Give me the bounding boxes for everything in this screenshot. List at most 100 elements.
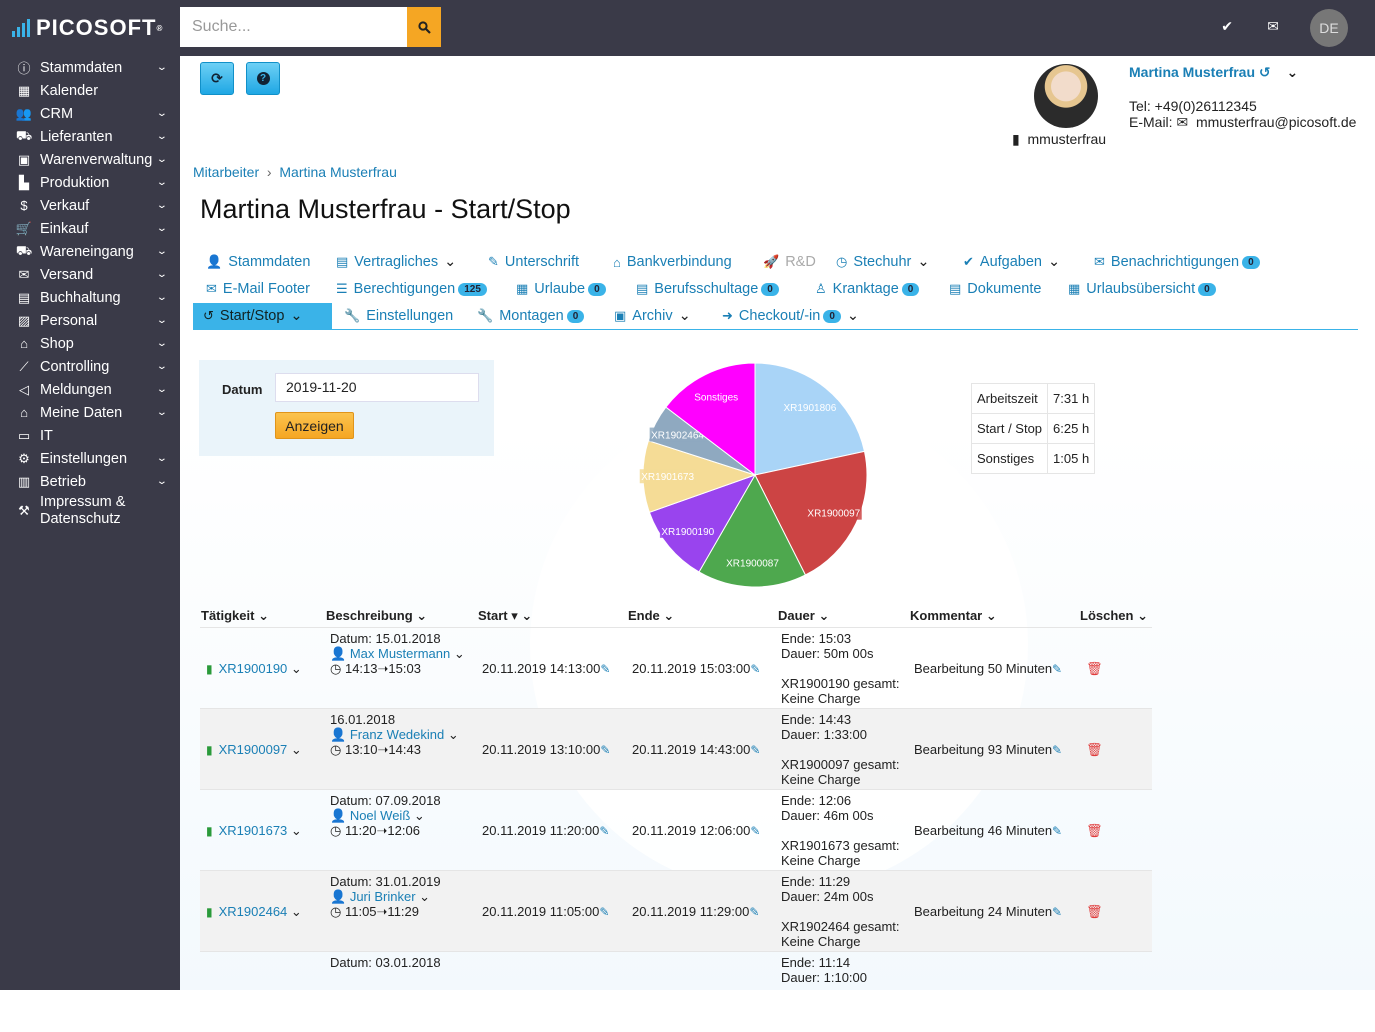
chevron-down-icon[interactable]: ⌄ bbox=[1048, 254, 1060, 270]
chevron-down-icon[interactable]: ⌄ bbox=[287, 661, 302, 676]
language-button[interactable]: DE bbox=[1310, 9, 1348, 47]
sidebar-item-betrieb[interactable]: ▥Betrieb⌄ bbox=[0, 470, 180, 493]
tab-aufgaben[interactable]: ✔Aufgaben ⌄ bbox=[963, 249, 1060, 275]
column-header-3[interactable]: Ende ⌄ bbox=[628, 608, 674, 624]
sidebar-item-buchhaltung[interactable]: ▤Buchhaltung⌄ bbox=[0, 286, 180, 309]
logo[interactable]: PICOSOFT® bbox=[0, 0, 180, 56]
pencil-icon[interactable]: ✎ bbox=[750, 824, 760, 838]
chevron-down-icon[interactable]: ⌄ bbox=[660, 608, 675, 623]
tab-stechuhr[interactable]: ◷Stechuhr ⌄ bbox=[836, 249, 930, 275]
column-header-4[interactable]: Dauer ⌄ bbox=[778, 608, 829, 624]
sidebar-item-personal[interactable]: ▨Personal⌄ bbox=[0, 309, 180, 332]
pencil-icon[interactable]: ✎ bbox=[1052, 905, 1062, 919]
trash-icon[interactable]: 🗑 bbox=[1086, 661, 1103, 676]
sidebar-item-wareneingang[interactable]: ⛟Wareneingang⌄ bbox=[0, 240, 180, 263]
breadcrumb-current[interactable]: Martina Musterfrau bbox=[279, 164, 396, 180]
column-header-0[interactable]: Tätigkeit ⌄ bbox=[201, 608, 269, 624]
sidebar-item-lieferanten[interactable]: ⛟Lieferanten⌄ bbox=[0, 125, 180, 148]
sidebar-item-it[interactable]: ▭IT bbox=[0, 424, 180, 447]
chevron-down-icon[interactable]: ⌄ bbox=[1287, 64, 1299, 80]
sidebar-item-meldungen[interactable]: ◁Meldungen⌄ bbox=[0, 378, 180, 401]
tab-einstellungen[interactable]: 🔧Einstellungen bbox=[344, 303, 453, 329]
pencil-icon[interactable]: ✎ bbox=[750, 743, 760, 757]
chevron-down-icon[interactable]: ⌄ bbox=[444, 254, 456, 270]
task-link[interactable]: XR1901673 bbox=[219, 823, 288, 838]
tab-e-mail-footer[interactable]: ✉E-Mail Footer bbox=[206, 276, 310, 302]
pencil-icon[interactable]: ✎ bbox=[600, 662, 610, 676]
tab-stammdaten[interactable]: 👤Stammdaten bbox=[206, 249, 310, 275]
tab-berechtigungen[interactable]: ☰Berechtigungen125 bbox=[336, 276, 487, 302]
date-input[interactable]: 2019-11-20 bbox=[275, 373, 479, 402]
help-button[interactable]: ? bbox=[246, 62, 280, 95]
chevron-down-icon[interactable]: ▾ ⌄ bbox=[508, 608, 533, 623]
sidebar-item-einkauf[interactable]: 🛒Einkauf⌄ bbox=[0, 217, 180, 240]
chevron-down-icon[interactable]: ⌄ bbox=[287, 904, 302, 919]
tab-checkout-in[interactable]: ➜Checkout/-in0 ⌄ bbox=[722, 303, 859, 329]
sidebar-item-verkauf[interactable]: $Verkauf⌄ bbox=[0, 194, 180, 217]
sidebar-item-stammdaten[interactable]: ⓘStammdaten⌄ bbox=[0, 56, 180, 79]
person-link[interactable]: Franz Wedekind bbox=[350, 727, 444, 742]
pencil-icon[interactable]: ✎ bbox=[600, 743, 610, 757]
show-button[interactable]: Anzeigen bbox=[275, 412, 354, 439]
tab-start-stop[interactable]: ↺Start/Stop ⌄ bbox=[193, 303, 332, 329]
chevron-down-icon[interactable]: ⌄ bbox=[287, 742, 302, 757]
sidebar-item-versand[interactable]: ✉Versand⌄ bbox=[0, 263, 180, 286]
tab-r-d[interactable]: 🚀R&D bbox=[763, 249, 816, 275]
chevron-down-icon[interactable]: ⌄ bbox=[1133, 608, 1148, 623]
tab-benachrichtigungen[interactable]: ✉Benachrichtigungen0 bbox=[1094, 249, 1260, 275]
sidebar-item-impressum-datenschutz[interactable]: ⚒Impressum & Datenschutz bbox=[0, 493, 180, 529]
column-header-6[interactable]: Löschen ⌄ bbox=[1080, 608, 1148, 624]
sidebar-item-controlling[interactable]: ⟋Controlling⌄ bbox=[0, 355, 180, 378]
tab-bankverbindung[interactable]: ⌂Bankverbindung bbox=[613, 249, 732, 275]
profile-name[interactable]: Martina Musterfrau ↺ ⌄ bbox=[1129, 64, 1298, 81]
pencil-icon[interactable]: ✎ bbox=[1052, 743, 1062, 757]
chevron-down-icon[interactable]: ⌄ bbox=[416, 889, 431, 904]
refresh-button[interactable]: ⟳ bbox=[200, 62, 234, 95]
chevron-down-icon[interactable]: ⌄ bbox=[847, 308, 859, 324]
tab-unterschrift[interactable]: ✎Unterschrift bbox=[488, 249, 579, 275]
column-header-2[interactable]: Start ▾ ⌄ bbox=[478, 608, 532, 624]
task-link[interactable]: XR1902464 bbox=[219, 904, 288, 919]
breadcrumb-parent[interactable]: Mitarbeiter bbox=[193, 164, 259, 180]
tab-kranktage[interactable]: ♙Kranktage0 bbox=[815, 276, 919, 302]
chevron-down-icon[interactable]: ⌄ bbox=[410, 808, 425, 823]
chevron-down-icon[interactable]: ⌄ bbox=[815, 608, 830, 623]
chevron-down-icon[interactable]: ⌄ bbox=[290, 308, 302, 324]
task-link[interactable]: XR1900097 bbox=[219, 742, 288, 757]
chevron-down-icon[interactable]: ⌄ bbox=[982, 608, 997, 623]
person-link[interactable]: Juri Brinker bbox=[350, 889, 416, 904]
sidebar-item-produktion[interactable]: ▙Produktion⌄ bbox=[0, 171, 180, 194]
chevron-down-icon[interactable]: ⌄ bbox=[413, 608, 428, 623]
column-header-5[interactable]: Kommentar ⌄ bbox=[910, 608, 997, 624]
chevron-down-icon[interactable]: ⌄ bbox=[444, 727, 459, 742]
pencil-icon[interactable]: ✎ bbox=[749, 905, 759, 919]
pencil-icon[interactable]: ✎ bbox=[599, 824, 609, 838]
column-header-1[interactable]: Beschreibung ⌄ bbox=[326, 608, 427, 624]
chevron-down-icon[interactable]: ⌄ bbox=[450, 646, 465, 661]
sidebar-item-shop[interactable]: ⌂Shop⌄ bbox=[0, 332, 180, 355]
email-value[interactable]: mmusterfrau@picosoft.de bbox=[1196, 114, 1357, 130]
task-link[interactable]: XR1900190 bbox=[219, 661, 288, 676]
pencil-icon[interactable]: ✎ bbox=[599, 905, 609, 919]
tab-dokumente[interactable]: ▤Dokumente bbox=[949, 276, 1041, 302]
chevron-down-icon[interactable]: ⌄ bbox=[254, 608, 269, 623]
person-link[interactable]: Noel Weiß bbox=[350, 808, 410, 823]
tab-archiv[interactable]: ▣Archiv ⌄ bbox=[614, 303, 691, 329]
pencil-icon[interactable]: ✎ bbox=[750, 662, 760, 676]
chevron-down-icon[interactable]: ⌄ bbox=[679, 308, 691, 324]
trash-icon[interactable]: 🗑 bbox=[1086, 742, 1103, 757]
tab-urlaubs-bersicht[interactable]: ▦Urlaubsübersicht0 bbox=[1068, 276, 1216, 302]
sidebar-item-meine-daten[interactable]: ⌂Meine Daten⌄ bbox=[0, 401, 180, 424]
tab-montagen[interactable]: 🔧Montagen0 bbox=[477, 303, 584, 329]
tab-berufsschultage[interactable]: ▤Berufsschultage0 bbox=[636, 276, 779, 302]
search-input[interactable]: Suche... bbox=[180, 7, 407, 47]
chevron-down-icon[interactable]: ⌄ bbox=[917, 254, 929, 270]
chevron-down-icon[interactable]: ⌄ bbox=[287, 823, 302, 838]
trash-icon[interactable]: 🗑 bbox=[1086, 904, 1103, 919]
trash-icon[interactable]: 🗑 bbox=[1086, 823, 1103, 838]
person-link[interactable]: Max Mustermann bbox=[350, 646, 450, 661]
sidebar-item-warenverwaltung[interactable]: ▣Warenverwaltung⌄ bbox=[0, 148, 180, 171]
sidebar-item-crm[interactable]: 👥CRM⌄ bbox=[0, 102, 180, 125]
history-icon[interactable]: ↺ bbox=[1259, 64, 1271, 80]
sidebar-item-einstellungen[interactable]: ⚙Einstellungen⌄ bbox=[0, 447, 180, 470]
